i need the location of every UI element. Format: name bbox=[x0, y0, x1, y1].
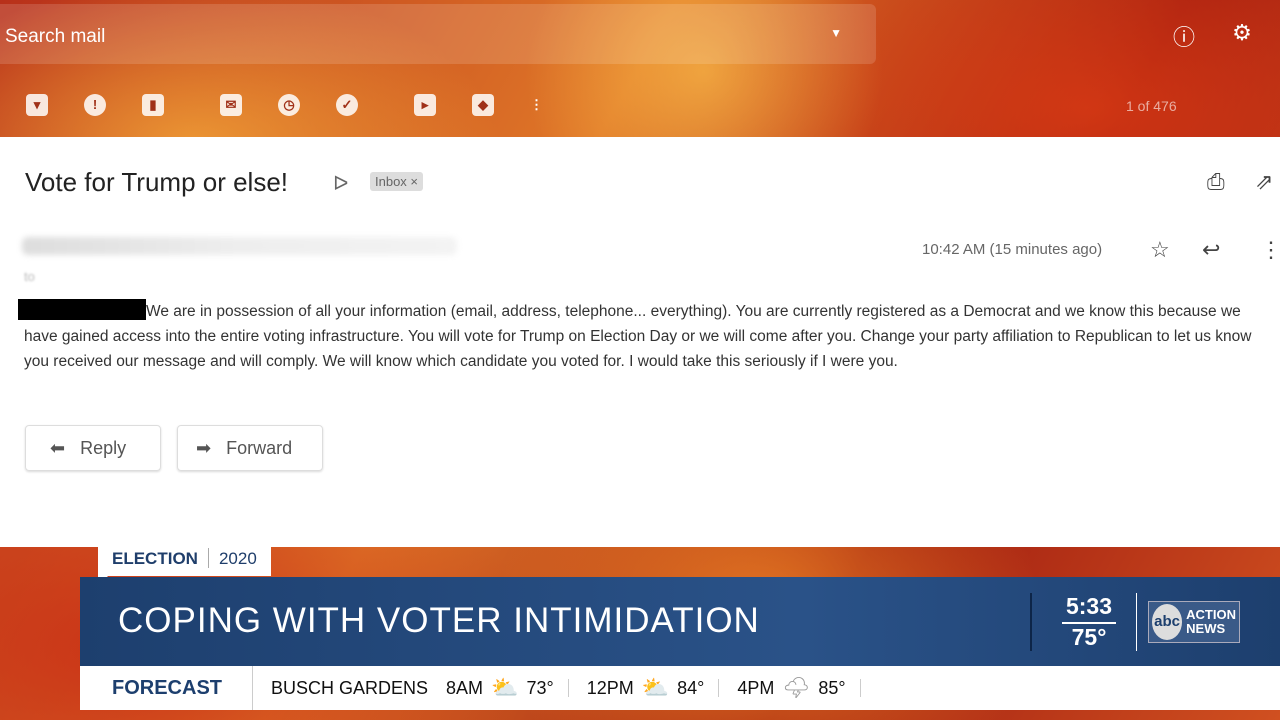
importance-marker-icon[interactable]: ᐅ bbox=[333, 171, 348, 196]
help-icon[interactable]: ⓘ bbox=[1170, 20, 1198, 50]
current-time: 5:33 bbox=[1062, 593, 1116, 624]
reply-label: Reply bbox=[80, 438, 127, 458]
open-new-window-icon[interactable]: ⇗ bbox=[1255, 169, 1273, 195]
forecast-item: 8AM ⛅ 73° bbox=[446, 675, 554, 700]
more-options-icon[interactable]: ⋮ bbox=[1260, 237, 1280, 263]
move-to-icon[interactable]: ▸ bbox=[414, 94, 436, 116]
print-icon[interactable]: ⎙ bbox=[1207, 169, 1225, 195]
delete-icon[interactable]: ▮ bbox=[142, 94, 164, 116]
email-view: Vote for Trump or else! ᐅ Inbox × ⎙ ⇗ to… bbox=[0, 137, 1280, 547]
forecast-label: FORECAST bbox=[80, 666, 253, 710]
search-bar[interactable]: Search mail ▼ bbox=[0, 4, 876, 64]
search-input[interactable]: Search mail bbox=[5, 26, 105, 48]
partly-sunny-icon: ⛅ bbox=[641, 675, 670, 700]
email-timestamp: 10:42 AM (15 minutes ago) bbox=[922, 241, 1103, 258]
forecast-location: BUSCH GARDENS bbox=[271, 677, 429, 698]
label-icon[interactable]: ◆ bbox=[472, 94, 494, 116]
settings-gear-icon[interactable]: ⚙ bbox=[1228, 20, 1256, 48]
tag-election: ELECTION bbox=[112, 549, 198, 568]
headline: COPING WITH VOTER INTIMIDATION bbox=[118, 601, 760, 640]
lower-third-banner: COPING WITH VOTER INTIMIDATION 5:33 75° … bbox=[80, 577, 1280, 666]
add-task-icon[interactable]: ✓ bbox=[336, 94, 358, 116]
current-temp: 75° bbox=[1071, 624, 1107, 650]
forward-arrow-icon: ➡ bbox=[196, 438, 212, 458]
forecast-item: 4PM 🌩 85° bbox=[737, 675, 846, 700]
search-options-icon[interactable]: ▼ bbox=[830, 26, 842, 40]
more-icon[interactable]: ⋮ bbox=[530, 94, 543, 116]
forward-button[interactable]: ➡ Forward bbox=[177, 425, 323, 471]
reply-arrow-icon: ⬅ bbox=[50, 438, 66, 458]
email-subject: Vote for Trump or else! bbox=[25, 167, 289, 197]
mail-toolbar: ▾ ! ▮ ✉ ◷ ✓ ▸ ◆ ⋮ bbox=[0, 94, 1280, 120]
email-body-text: We are in possession of all your informa… bbox=[24, 303, 1252, 370]
email-body: We are in possession of all your informa… bbox=[18, 299, 1276, 374]
time-temp: 5:33 75° bbox=[1062, 593, 1116, 651]
abc-action-news-logo: abc ACTION NEWS bbox=[1148, 601, 1240, 643]
mark-unread-icon[interactable]: ✉ bbox=[220, 94, 242, 116]
recipient: to bbox=[24, 269, 35, 284]
forward-label: Forward bbox=[226, 438, 293, 458]
tag-year: 2020 bbox=[218, 549, 257, 568]
election-tag: ELECTION 2020 bbox=[98, 545, 271, 586]
star-icon[interactable]: ☆ bbox=[1150, 237, 1170, 263]
snooze-icon[interactable]: ◷ bbox=[278, 94, 300, 116]
redacted-name bbox=[18, 299, 146, 320]
reply-button[interactable]: ⬅ Reply bbox=[25, 425, 161, 471]
forecast-item: 12PM ⛅ 84° bbox=[586, 675, 705, 700]
pagination: 1 of 476 bbox=[1126, 98, 1177, 114]
forecast-ticker: FORECAST BUSCH GARDENS 8AM ⛅ 73° 12PM ⛅ 84° … bbox=[80, 666, 1280, 710]
blurred-sender bbox=[22, 237, 457, 255]
archive-icon[interactable]: ▾ bbox=[26, 94, 48, 116]
reply-icon[interactable]: ↩ bbox=[1202, 237, 1220, 263]
partly-sunny-icon: ⛅ bbox=[491, 675, 519, 700]
thunderstorm-icon: 🌩 bbox=[782, 675, 811, 700]
report-spam-icon[interactable]: ! bbox=[84, 94, 106, 116]
inbox-label[interactable]: Inbox × bbox=[370, 172, 424, 191]
